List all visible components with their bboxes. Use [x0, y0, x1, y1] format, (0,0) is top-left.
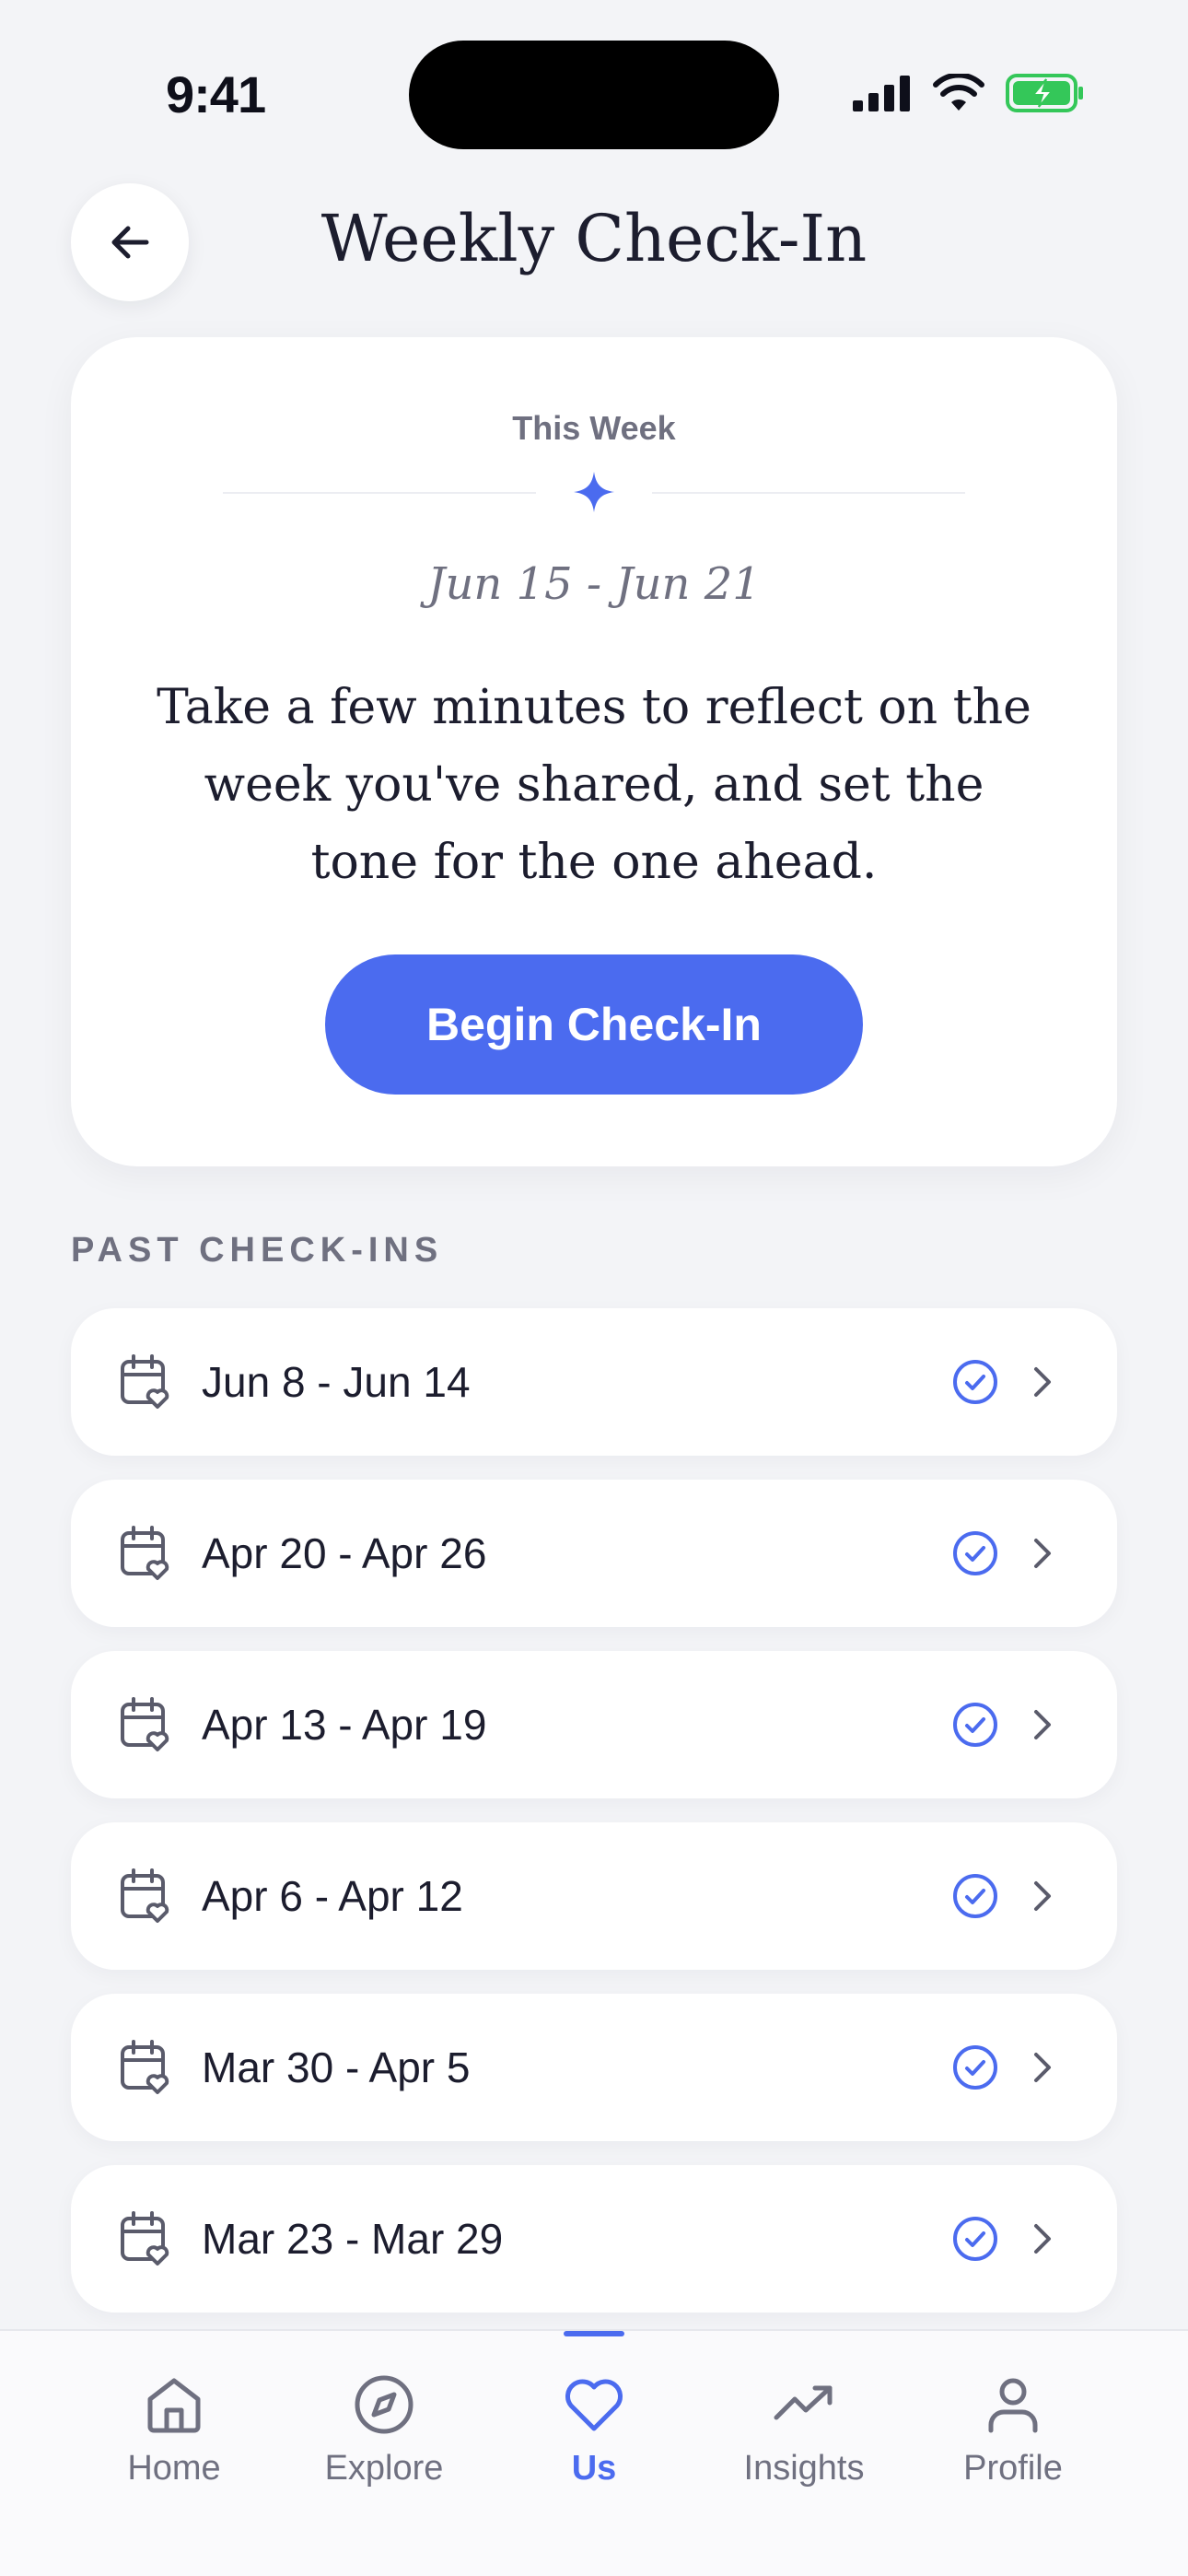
completed-check-icon: [953, 2045, 997, 2090]
completed-check-icon: [953, 2217, 997, 2261]
wifi-icon: [933, 74, 984, 111]
chevron-right-icon: [1034, 1539, 1051, 1568]
dynamic-island: [409, 41, 779, 149]
week-date-range: Jun 15 - Jun 21: [427, 558, 761, 610]
check-in-date-range: Apr 13 - Apr 19: [202, 1701, 487, 1749]
calendar-heart-icon: [121, 2211, 169, 2266]
completed-check-icon: [953, 1874, 997, 1918]
calendar-heart-icon: [121, 1697, 169, 1751]
tab-label: Insights: [743, 2449, 865, 2488]
past-check-in-item[interactable]: Apr 20 - Apr 26: [71, 1480, 1117, 1627]
check-in-date-range: Mar 23 - Mar 29: [202, 2215, 504, 2263]
battery-charging-icon: [1006, 74, 1083, 112]
past-check-in-item[interactable]: Mar 23 - Mar 29: [71, 2165, 1117, 2313]
check-in-date-range: Apr 6 - Apr 12: [202, 1872, 463, 1920]
tab-bar: Home Explore Us Insights Profile: [0, 2329, 1188, 2576]
tab-profile[interactable]: Profile: [921, 2371, 1105, 2510]
cellular-signal-icon: [853, 76, 910, 111]
weekly-checkin-screen: 9:41 Weekly Check-In This Week Jun 15 - …: [0, 0, 1188, 2576]
active-tab-indicator: [564, 2331, 624, 2336]
tab-label: Home: [127, 2449, 221, 2488]
past-check-ins-heading: PAST CHECK-INS: [71, 1231, 444, 1270]
past-check-in-item[interactable]: Mar 30 - Apr 5: [71, 1994, 1117, 2141]
chevron-right-icon: [1034, 1881, 1051, 1911]
chevron-right-icon: [1034, 1710, 1051, 1739]
status-time: 9:41: [166, 65, 266, 123]
past-check-in-item[interactable]: Apr 13 - Apr 19: [71, 1651, 1117, 1798]
page-title: Weekly Check-In: [320, 201, 868, 276]
this-week-card: This Week Jun 15 - Jun 21 Take a few min…: [71, 337, 1117, 1166]
completed-check-icon: [953, 1531, 997, 1575]
completed-check-icon: [953, 1703, 997, 1747]
completed-check-icon: [953, 1360, 997, 1404]
tab-insights[interactable]: Insights: [712, 2371, 896, 2510]
chevron-right-icon: [1034, 2053, 1051, 2082]
tab-label: Profile: [963, 2449, 1063, 2488]
tab-explore[interactable]: Explore: [292, 2371, 476, 2510]
tab-label: Explore: [324, 2449, 444, 2488]
calendar-heart-icon: [121, 2040, 169, 2094]
check-in-prompt: Take a few minutes to reflect on the wee…: [157, 680, 1031, 890]
calendar-heart-icon: [121, 1868, 169, 1923]
home-icon: [147, 2378, 201, 2433]
check-in-date-range: Apr 20 - Apr 26: [202, 1529, 487, 1577]
trend-icon: [774, 2385, 833, 2420]
person-icon: [988, 2378, 1038, 2433]
calendar-heart-icon: [121, 1526, 169, 1580]
chevron-right-icon: [1034, 1367, 1051, 1397]
check-in-date-range: Jun 8 - Jun 14: [202, 1358, 471, 1406]
tab-home[interactable]: Home: [82, 2371, 266, 2510]
past-check-in-item[interactable]: Jun 8 - Jun 14: [71, 1308, 1117, 1456]
tab-us[interactable]: Us: [502, 2371, 686, 2510]
this-week-label: This Week: [512, 409, 676, 447]
sparkle-icon: [574, 472, 614, 512]
check-in-date-range: Mar 30 - Apr 5: [202, 2043, 471, 2091]
begin-check-in-button[interactable]: Begin Check-In: [325, 954, 863, 1095]
compass-icon: [355, 2375, 413, 2434]
tab-label: Us: [571, 2449, 617, 2488]
divider: [223, 492, 536, 494]
past-check-in-item[interactable]: Apr 6 - Apr 12: [71, 1822, 1117, 1970]
divider: [652, 492, 965, 494]
status-icons: [853, 74, 1085, 112]
heart-icon: [565, 2379, 623, 2431]
calendar-heart-icon: [121, 1354, 169, 1409]
chevron-right-icon: [1034, 2224, 1051, 2254]
